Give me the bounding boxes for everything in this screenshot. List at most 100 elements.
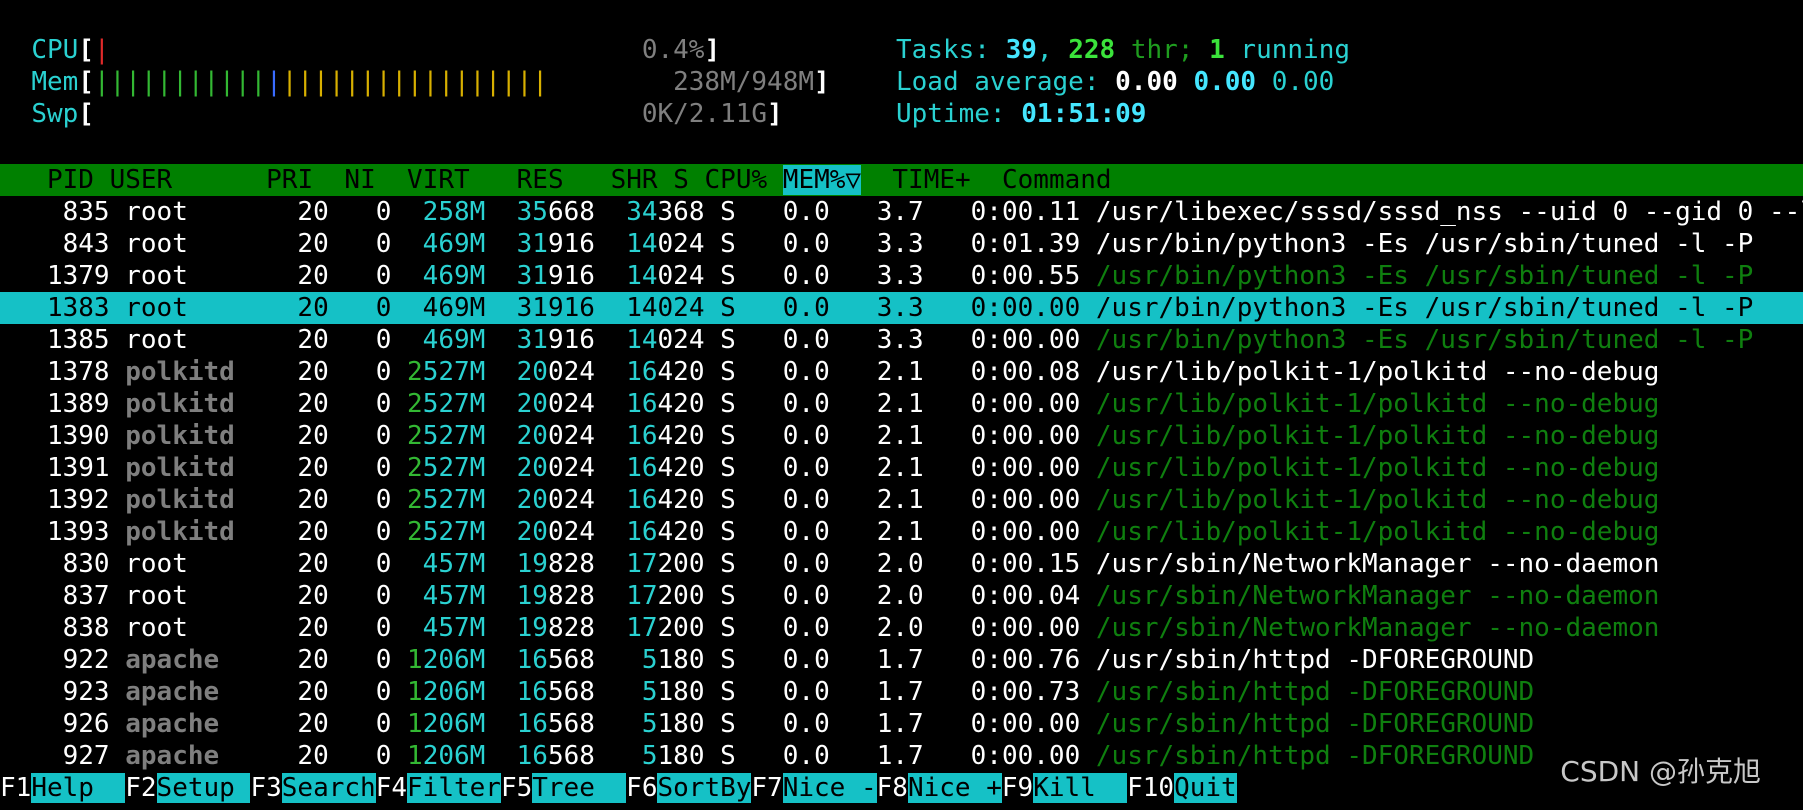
process-virt: 258M bbox=[407, 197, 486, 227]
process-row[interactable]: 1392 polkitd 20 0 2527M 20024 16420 S 0.… bbox=[0, 484, 1803, 516]
fkey-setup[interactable]: F2Setup bbox=[125, 773, 251, 803]
process-time: 0:00.73 bbox=[939, 677, 1081, 707]
process-command: /usr/bin/python3 -Es /usr/sbin/tuned -l … bbox=[1095, 293, 1754, 323]
fkey-quit[interactable]: F10Quit bbox=[1127, 773, 1237, 803]
process-nice: 0 bbox=[344, 485, 392, 515]
process-row[interactable]: 1391 polkitd 20 0 2527M 20024 16420 S 0.… bbox=[0, 452, 1803, 484]
process-user: root bbox=[125, 197, 267, 227]
col-state[interactable]: S bbox=[673, 165, 689, 195]
process-row[interactable]: 1383 root 20 0 469M 31916 14024 S 0.0 3.… bbox=[0, 292, 1803, 324]
process-command: /usr/sbin/NetworkManager --no-daemon bbox=[1095, 613, 1660, 643]
col-pid[interactable]: PID bbox=[47, 165, 94, 195]
fkey-label: Help bbox=[31, 773, 126, 803]
fkey-nice[interactable]: F7Nice - bbox=[751, 773, 877, 803]
process-pid: 927 bbox=[0, 741, 110, 771]
col-mem-sorted[interactable]: MEM%▽ bbox=[782, 165, 862, 195]
process-priority: 20 bbox=[281, 325, 329, 355]
fkey-help[interactable]: F1Help bbox=[0, 773, 126, 803]
process-shr: 34368 bbox=[610, 197, 705, 227]
process-row[interactable]: 830 root 20 0 457M 19828 17200 S 0.0 2.0… bbox=[0, 548, 1803, 580]
process-virt: 469M bbox=[407, 229, 486, 259]
process-cpu: 0.0 bbox=[751, 549, 830, 579]
process-mem: 1.7 bbox=[845, 741, 924, 771]
process-nice: 0 bbox=[344, 549, 392, 579]
process-command: /usr/sbin/httpd -DFOREGROUND bbox=[1095, 645, 1535, 675]
process-nice: 0 bbox=[344, 261, 392, 291]
process-nice: 0 bbox=[344, 197, 392, 227]
fkey-number: F8 bbox=[876, 773, 908, 803]
process-user: polkitd bbox=[125, 517, 267, 547]
process-row[interactable]: 923 apache 20 0 1206M 16568 5180 S 0.0 1… bbox=[0, 676, 1803, 708]
process-cpu: 0.0 bbox=[751, 389, 830, 419]
process-state: S bbox=[720, 325, 736, 355]
process-row[interactable]: 922 apache 20 0 1206M 16568 5180 S 0.0 1… bbox=[0, 644, 1803, 676]
process-shr: 5180 bbox=[610, 645, 705, 675]
col-virt[interactable]: VIRT bbox=[407, 165, 470, 195]
process-virt: 2527M bbox=[407, 517, 486, 547]
col-res[interactable]: RES bbox=[517, 165, 564, 195]
col-pri[interactable]: PRI bbox=[266, 165, 313, 195]
process-priority: 20 bbox=[281, 581, 329, 611]
fkey-kill[interactable]: F9Kill bbox=[1001, 773, 1128, 803]
process-time: 0:00.08 bbox=[939, 357, 1081, 387]
process-row[interactable]: 843 root 20 0 469M 31916 14024 S 0.0 3.3… bbox=[0, 228, 1803, 260]
col-ni[interactable]: NI bbox=[344, 165, 375, 195]
process-row[interactable]: 835 root 20 0 258M 35668 34368 S 0.0 3.7… bbox=[0, 196, 1803, 228]
process-row[interactable]: 927 apache 20 0 1206M 16568 5180 S 0.0 1… bbox=[0, 740, 1803, 772]
col-command[interactable]: Command bbox=[1002, 165, 1112, 195]
process-cpu: 0.0 bbox=[751, 357, 830, 387]
fkey-label: Nice + bbox=[907, 773, 1002, 803]
process-row[interactable]: 926 apache 20 0 1206M 16568 5180 S 0.0 1… bbox=[0, 708, 1803, 740]
col-user[interactable]: USER bbox=[110, 165, 173, 195]
process-command: /usr/sbin/httpd -DFOREGROUND bbox=[1095, 709, 1535, 739]
process-mem: 2.0 bbox=[845, 613, 924, 643]
fkey-number: F9 bbox=[1001, 773, 1034, 803]
process-state: S bbox=[720, 421, 736, 451]
process-res: 16568 bbox=[500, 709, 595, 739]
process-state: S bbox=[720, 453, 736, 483]
process-row[interactable]: 1390 polkitd 20 0 2527M 20024 16420 S 0.… bbox=[0, 420, 1803, 452]
fkey-sortby[interactable]: F6SortBy bbox=[626, 773, 752, 803]
col-time[interactable]: TIME+ bbox=[892, 165, 970, 195]
process-pid: 1379 bbox=[0, 261, 110, 291]
process-time: 0:00.00 bbox=[939, 485, 1081, 515]
process-priority: 20 bbox=[281, 741, 329, 771]
process-row[interactable]: 1379 root 20 0 469M 31916 14024 S 0.0 3.… bbox=[0, 260, 1803, 292]
process-priority: 20 bbox=[281, 421, 329, 451]
process-row[interactable]: 1393 polkitd 20 0 2527M 20024 16420 S 0.… bbox=[0, 516, 1803, 548]
process-priority: 20 bbox=[281, 709, 329, 739]
fkey-search[interactable]: F3Search bbox=[250, 773, 376, 803]
process-virt: 457M bbox=[407, 581, 486, 611]
process-row[interactable]: 1385 root 20 0 469M 31916 14024 S 0.0 3.… bbox=[0, 324, 1803, 356]
fkey-tree[interactable]: F5Tree bbox=[501, 773, 627, 803]
process-time: 0:00.55 bbox=[939, 261, 1081, 291]
process-pid: 1389 bbox=[0, 389, 110, 419]
col-shr[interactable]: SHR bbox=[611, 165, 658, 195]
process-priority: 20 bbox=[281, 485, 329, 515]
mem-meter: Mem[||||||||||||||||||||||||||||| 238M/9… bbox=[31, 67, 830, 97]
process-command: /usr/sbin/NetworkManager --no-daemon bbox=[1095, 581, 1660, 611]
process-state: S bbox=[720, 485, 736, 515]
process-res: 20024 bbox=[500, 421, 595, 451]
process-cpu: 0.0 bbox=[751, 325, 830, 355]
process-time: 0:00.00 bbox=[939, 293, 1081, 323]
process-mem: 3.7 bbox=[845, 197, 924, 227]
process-nice: 0 bbox=[344, 453, 392, 483]
process-row[interactable]: 1378 polkitd 20 0 2527M 20024 16420 S 0.… bbox=[0, 356, 1803, 388]
fkey-label: Filter bbox=[407, 773, 501, 803]
col-cpu[interactable]: CPU% bbox=[705, 165, 768, 195]
process-list[interactable]: 835 root 20 0 258M 35668 34368 S 0.0 3.7… bbox=[0, 196, 1803, 772]
summary-panel: Tasks: 39, 228 thr; 1 running Load avera… bbox=[896, 34, 1716, 130]
process-command: /usr/sbin/httpd -DFOREGROUND bbox=[1095, 741, 1535, 771]
process-row[interactable]: 838 root 20 0 457M 19828 17200 S 0.0 2.0… bbox=[0, 612, 1803, 644]
process-row[interactable]: 837 root 20 0 457M 19828 17200 S 0.0 2.0… bbox=[0, 580, 1803, 612]
process-state: S bbox=[720, 549, 736, 579]
fkey-nice[interactable]: F8Nice + bbox=[877, 773, 1002, 803]
process-priority: 20 bbox=[281, 261, 329, 291]
fkey-filter[interactable]: F4Filter bbox=[376, 773, 501, 803]
process-command: /usr/lib/polkit-1/polkitd --no-debug bbox=[1095, 485, 1660, 515]
load-average-1: 0.00 bbox=[1115, 67, 1178, 97]
process-mem: 1.7 bbox=[845, 677, 924, 707]
process-pid: 1378 bbox=[0, 357, 110, 387]
process-row[interactable]: 1389 polkitd 20 0 2527M 20024 16420 S 0.… bbox=[0, 388, 1803, 420]
